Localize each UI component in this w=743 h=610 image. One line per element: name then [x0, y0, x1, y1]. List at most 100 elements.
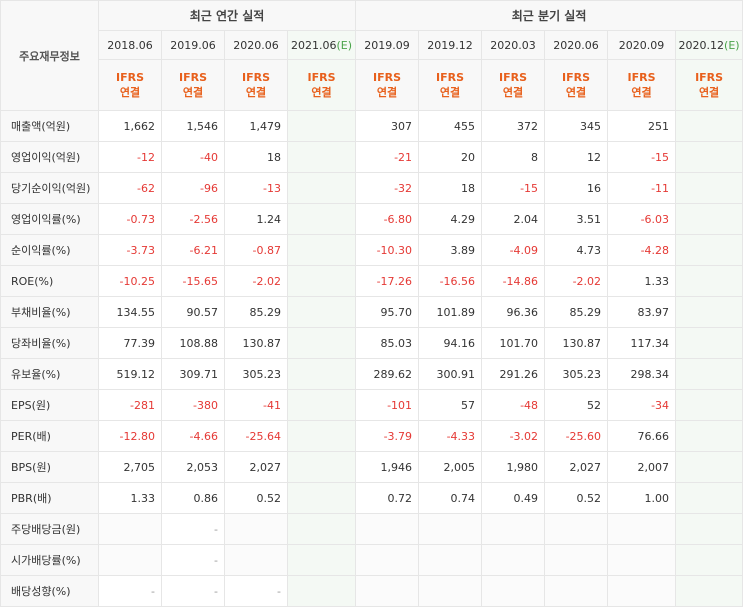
table-cell: 251 [607, 110, 677, 142]
table-cell: -25.60 [544, 420, 609, 452]
table-cell: -3.79 [355, 420, 420, 452]
table-cell: 300.91 [418, 358, 483, 390]
table-row: EPS(원) -281 -380 -41 -101 57 -48 52 -34 [0, 389, 743, 421]
period-label: 2021.06 [291, 38, 337, 52]
table-cell: 130.87 [544, 327, 609, 359]
table-cell: 291.26 [481, 358, 546, 390]
table-cell: -41 [224, 389, 288, 421]
table-cell: - [98, 575, 162, 607]
table-cell: 76.66 [607, 420, 677, 452]
ifrs-basis-header: IFRS 연결 [286, 59, 357, 111]
table-cell: 0.72 [355, 482, 420, 514]
table-cell [286, 544, 357, 576]
table-cell [675, 296, 743, 328]
table-cell: -21 [355, 141, 420, 173]
table-row: 배당성향(%) - - - [0, 575, 743, 607]
table-header: 주요재무정보 최근 연간 실적 최근 분기 실적 2018.06 2019.06… [0, 0, 743, 111]
ifrs-basis-header: IFRS 연결 [675, 59, 743, 111]
table-cell: 85.03 [355, 327, 420, 359]
table-cell: 1.00 [607, 482, 677, 514]
period-header: 2020.06 [544, 30, 609, 60]
table-cell: 95.70 [355, 296, 420, 328]
table-cell: 77.39 [98, 327, 162, 359]
table-cell: -17.26 [355, 265, 420, 297]
annual-group-header: 최근 연간 실적 [97, 0, 357, 31]
row-label: EPS(원) [0, 389, 99, 421]
table-cell: 101.89 [418, 296, 483, 328]
table-cell: 345 [544, 110, 609, 142]
table-cell [286, 203, 357, 235]
ifrs-basis-header: IFRS 연결 [355, 59, 420, 111]
table-cell [675, 451, 743, 483]
table-cell: -4.33 [418, 420, 483, 452]
ifrs-label: IFRS [627, 71, 656, 84]
ifrs-basis-header: IFRS 연결 [161, 59, 225, 111]
table-cell: -14.86 [481, 265, 546, 297]
table-cell: - [161, 575, 225, 607]
table-cell [544, 544, 609, 576]
row-label: PBR(배) [0, 482, 99, 514]
ifrs-label: IFRS [695, 71, 724, 84]
table-cell: 3.51 [544, 203, 609, 235]
table-row: 매출액(억원) 1,662 1,546 1,479 307 455 372 345 251 [0, 110, 743, 142]
table-cell: -3.73 [98, 234, 162, 266]
table-cell: -48 [481, 389, 546, 421]
table-cell: 309.71 [161, 358, 225, 390]
table-cell: 519.12 [98, 358, 162, 390]
table-cell: 101.70 [481, 327, 546, 359]
table-cell: 305.23 [224, 358, 288, 390]
table-cell [607, 575, 677, 607]
consolidated-label: 연결 [502, 86, 524, 99]
table-cell [675, 141, 743, 173]
table-row: PBR(배) 1.33 0.86 0.52 0.72 0.74 0.49 0.52 1.00 [0, 482, 743, 514]
table-cell [418, 513, 483, 545]
table-cell [286, 482, 357, 514]
table-row: ROE(%) -10.25 -15.65 -2.02 -17.26 -16.56 -14.8… [0, 265, 743, 297]
period-header: 2019.12 [418, 30, 483, 60]
table-body: 매출액(억원) 1,662 1,546 1,479 307 455 372 345 251 영업이… [0, 110, 743, 607]
table-row: 영업이익률(%) -0.73 -2.56 1.24 -6.80 4.29 2.04 3.51-… [0, 203, 743, 235]
table-cell: -34 [607, 389, 677, 421]
table-cell: -16.56 [418, 265, 483, 297]
table-cell [286, 420, 357, 452]
consolidated-label: 연결 [311, 86, 332, 99]
period-header: 2018.06 [98, 30, 162, 60]
table-cell [544, 513, 609, 545]
table-cell [355, 544, 420, 576]
table-cell: 18 [224, 141, 288, 173]
estimate-mark: (E) [724, 38, 740, 52]
table-row: 순이익률(%) -3.73 -6.21 -0.87 -10.30 3.89 -4.09 4.7… [0, 234, 743, 266]
table-cell: -62 [98, 172, 162, 204]
row-label: 당기순이익(억원) [0, 172, 99, 204]
ifrs-label: IFRS [499, 71, 528, 84]
table-cell: 305.23 [544, 358, 609, 390]
row-label: 영업이익률(%) [0, 203, 99, 235]
table-cell: 12 [544, 141, 609, 173]
row-label: 주당배당금(원) [0, 513, 99, 545]
ifrs-basis-header: IFRS 연결 [418, 59, 483, 111]
table-cell: 52 [544, 389, 609, 421]
consolidated-label: 연결 [439, 86, 461, 99]
table-cell [607, 544, 677, 576]
table-cell: 20 [418, 141, 483, 173]
table-cell: 4.29 [418, 203, 483, 235]
table-cell: 57 [418, 389, 483, 421]
table-row: 주당배당금(원) - [0, 513, 743, 545]
table-cell [98, 513, 162, 545]
table-cell [224, 513, 288, 545]
table-cell: 1,662 [98, 110, 162, 142]
table-cell: 0.74 [418, 482, 483, 514]
consolidated-label: 연결 [565, 86, 587, 99]
table-cell: 2,053 [161, 451, 225, 483]
period-header: 2019.06 [161, 30, 225, 60]
consolidated-label: 연결 [119, 86, 141, 99]
table-row: 영업이익(억원) -12 -40 18 -21 20 8 12 -15 [0, 141, 743, 173]
quarterly-group-header: 최근 분기 실적 [355, 0, 743, 31]
table-cell: -2.56 [161, 203, 225, 235]
table-cell [481, 575, 546, 607]
table-cell: -32 [355, 172, 420, 204]
period-header: 2020.09 [607, 30, 677, 60]
table-cell: -10.25 [98, 265, 162, 297]
row-label: 당좌비율(%) [0, 327, 99, 359]
ifrs-label: IFRS [116, 71, 144, 84]
